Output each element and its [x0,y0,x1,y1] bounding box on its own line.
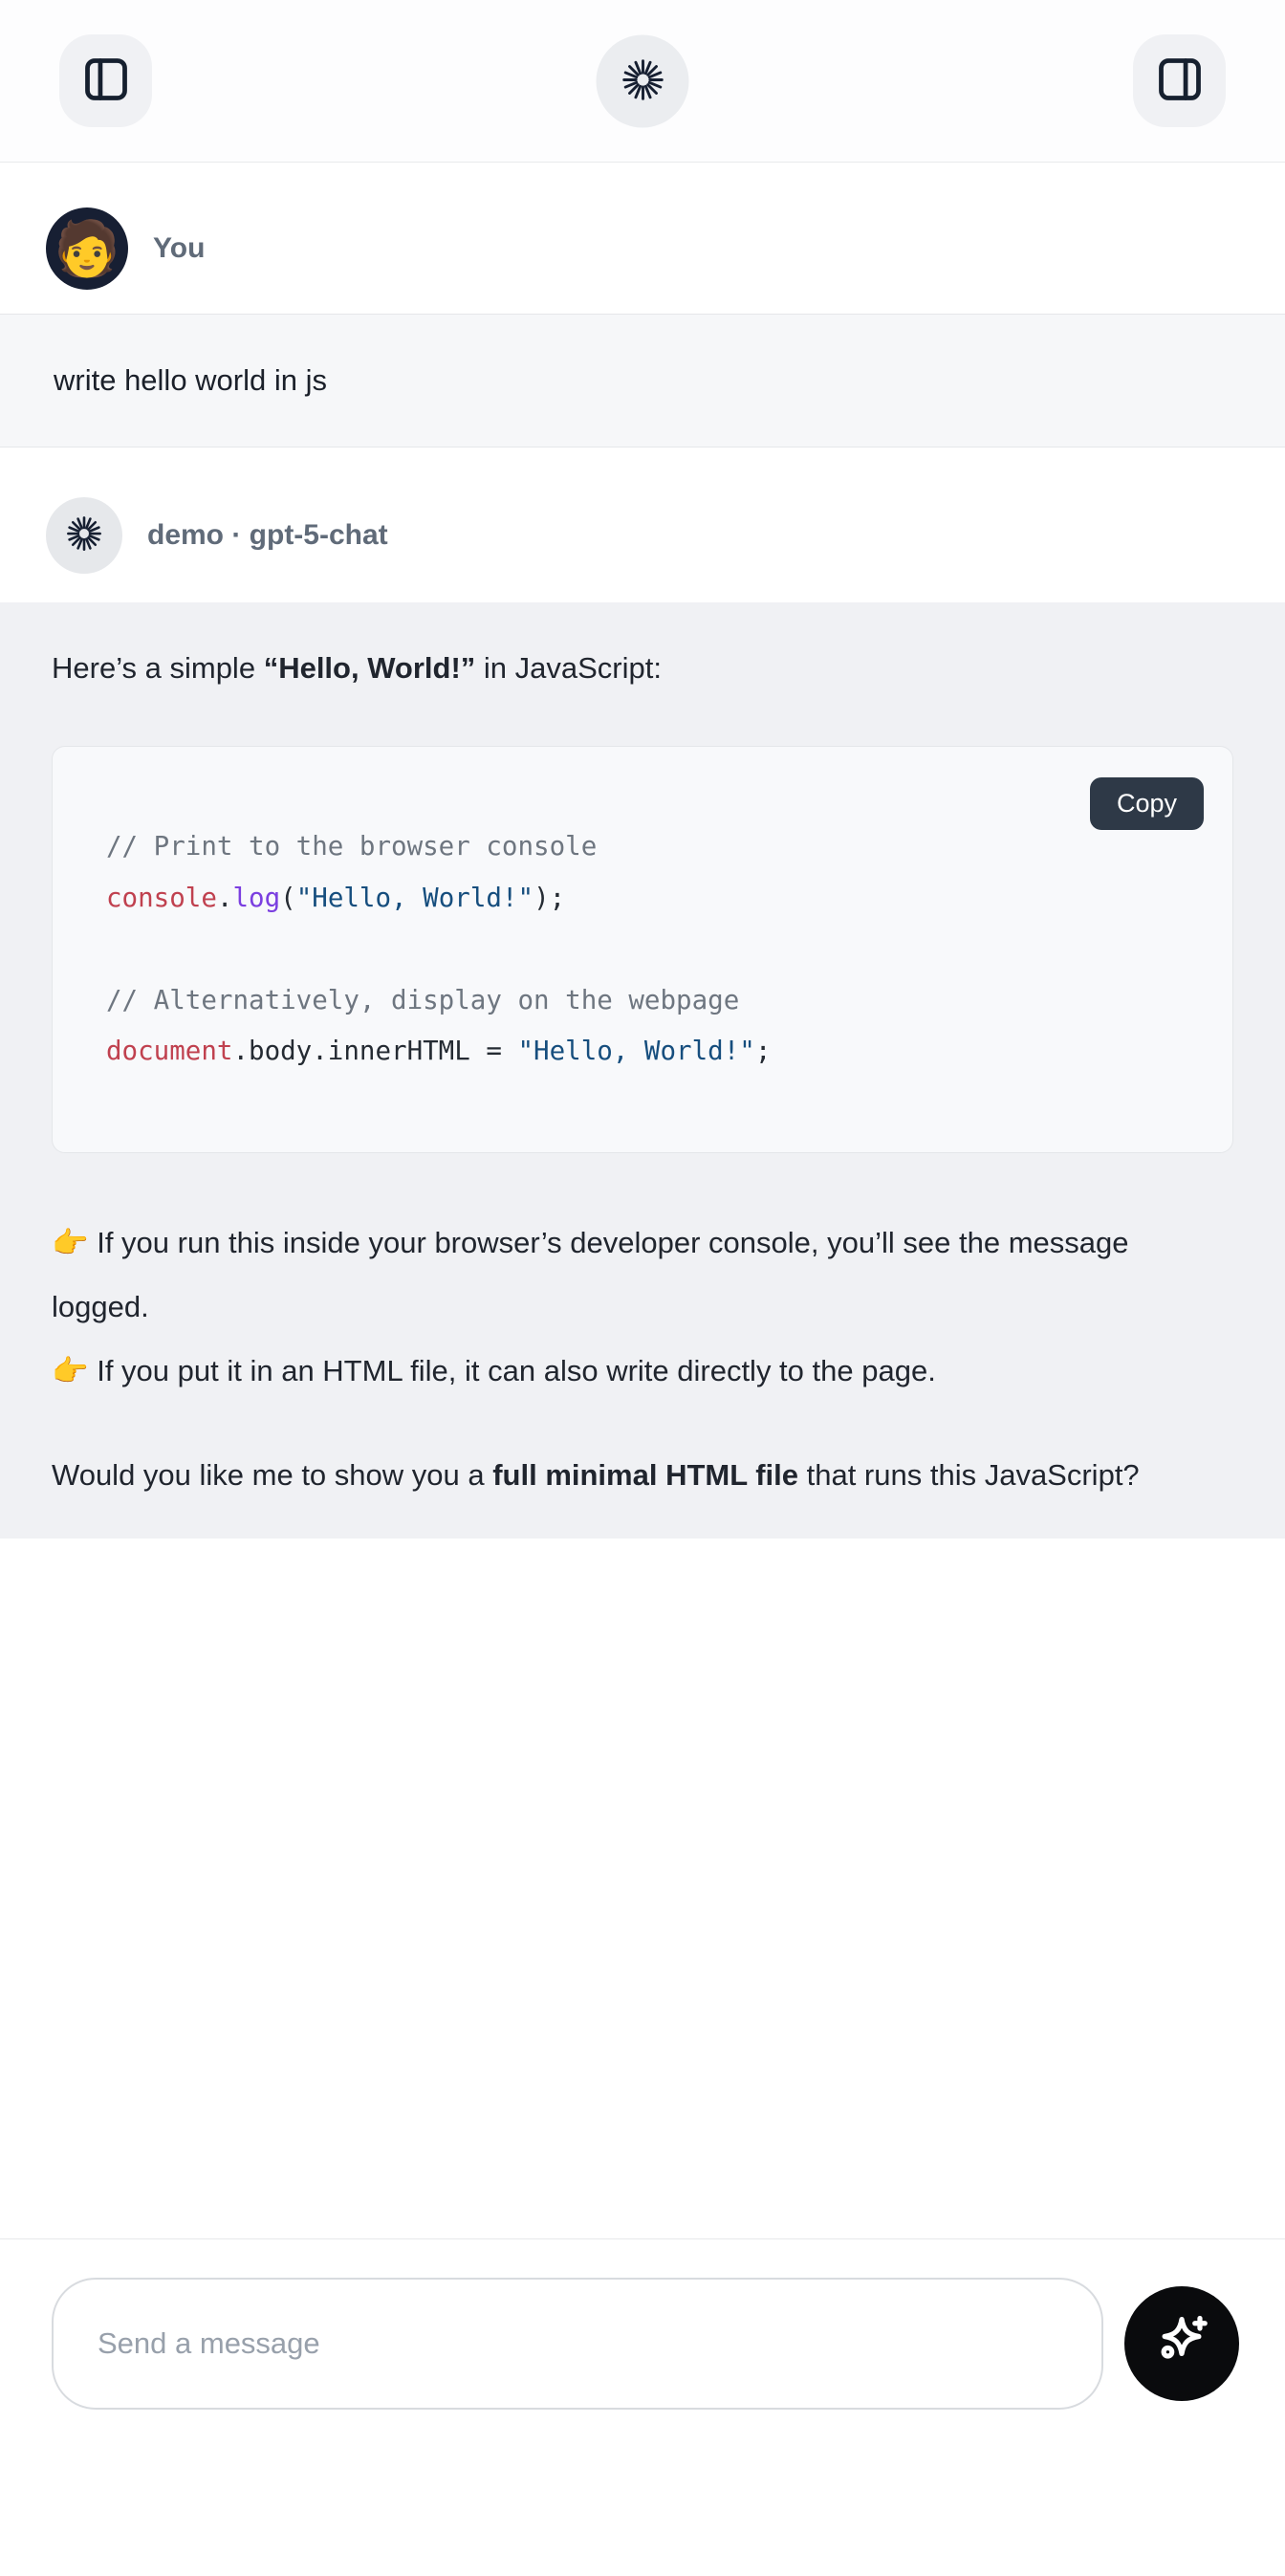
starburst-icon [64,513,104,558]
chat-empty-space [0,1539,1285,2238]
assistant-avatar [46,497,122,574]
assistant-notes: 👉 If you run this inside your browser’s … [52,1211,1233,1403]
assistant-turn-header: demo · gpt-5-chat [46,497,1285,574]
person-emoji: 🧑 [54,222,120,275]
user-message-text: write hello world in js [54,363,327,398]
sparkle-icon [1150,2310,1213,2376]
top-bar [0,0,1285,163]
panel-right-icon [1155,55,1205,107]
composer-bar [0,2238,1285,2442]
code-block: Copy // Print to the browser consolecons… [52,746,1233,1153]
assistant-turn-name: demo · gpt-5-chat [147,519,388,552]
panel-left-icon [81,55,131,107]
message-input[interactable] [52,2278,1103,2410]
model-switcher-button[interactable] [597,34,689,127]
user-message: write hello world in js [0,314,1285,448]
copy-code-button[interactable]: Copy [1090,777,1204,830]
sidebar-left-toggle-button[interactable] [59,34,152,127]
user-avatar: 🧑 [46,207,128,290]
assistant-message: Here’s a simple “Hello, World!” in JavaS… [0,602,1285,1539]
note-line: 👉 If you run this inside your browser’s … [52,1211,1233,1339]
user-turn-name: You [153,232,205,265]
send-button[interactable] [1124,2286,1239,2401]
sidebar-right-toggle-button[interactable] [1133,34,1226,127]
note-line: 👉 If you put it in an HTML file, it can … [52,1339,1233,1403]
starburst-icon [619,55,666,106]
user-turn-header: 🧑 You [46,207,1285,290]
assistant-question-text: Would you like me to show you a full min… [52,1443,1233,1507]
code-content: // Print to the browser consoleconsole.l… [106,821,1194,1078]
assistant-intro-text: Here’s a simple “Hello, World!” in JavaS… [52,637,1233,700]
